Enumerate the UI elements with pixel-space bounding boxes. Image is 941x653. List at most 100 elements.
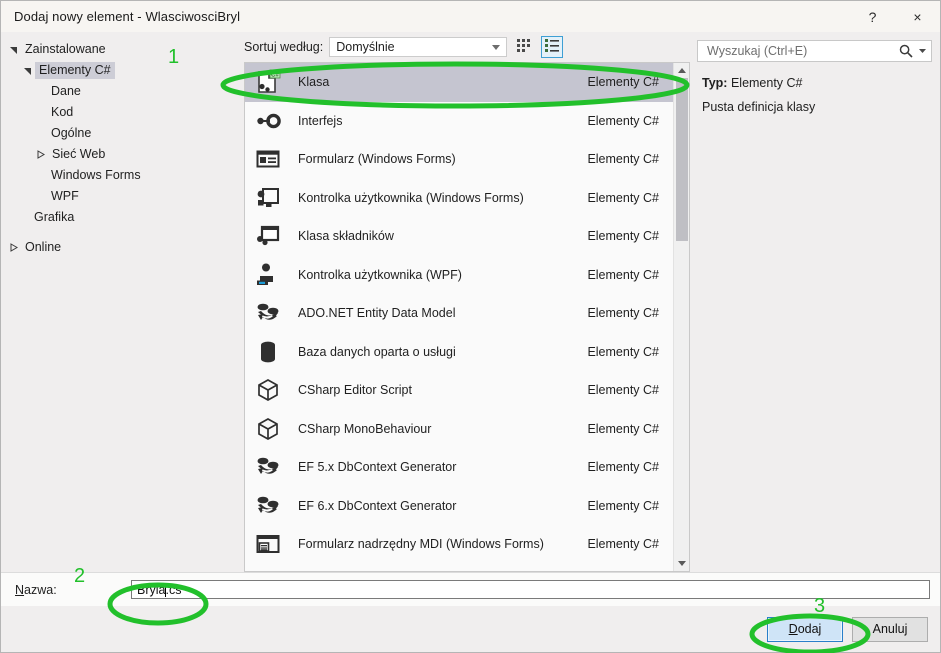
tree-item-label: Sieć Web — [52, 147, 106, 161]
entity-data-model-icon — [253, 300, 283, 326]
grid-view-button[interactable] — [513, 36, 535, 58]
tree-item-grafika[interactable]: Grafika — [1, 207, 239, 228]
list-item-category: Elementy C# — [587, 498, 659, 513]
chevron-down-icon[interactable] — [488, 38, 504, 56]
details-type-value: Elementy C# — [730, 76, 803, 90]
name-label-accel: N — [15, 582, 25, 597]
list-scrollbar[interactable] — [673, 63, 689, 571]
list-item[interactable]: EF 6.x DbContext Generator Elementy C# — [245, 487, 673, 526]
add-button[interactable]: Dodaj — [767, 616, 843, 642]
name-row: Nazwa: — [1, 572, 940, 606]
expanded-twisty-icon[interactable] — [21, 65, 33, 77]
list-item[interactable]: EF 5.x DbContext Generator Elementy C# — [245, 448, 673, 487]
list-item-category: Elementy C# — [587, 190, 659, 205]
templates-list-container: C# Klasa Elementy C# Interfejs Elementy … — [244, 62, 690, 572]
close-button[interactable]: × — [895, 1, 940, 32]
list-item[interactable]: Formularz (Windows Forms) Elementy C# — [245, 140, 673, 179]
list-item-name: Interfejs — [298, 113, 343, 128]
name-input-wrapper[interactable] — [131, 580, 930, 599]
expanded-twisty-icon[interactable] — [7, 44, 19, 56]
winforms-usercontrol-icon — [253, 185, 283, 211]
name-input[interactable] — [135, 581, 929, 598]
details-type-label: Typ: — [702, 76, 728, 90]
dialog-footer: Dodaj Anuluj — [1, 606, 940, 652]
search-icon[interactable] — [899, 41, 913, 61]
search-box[interactable] — [697, 40, 932, 62]
sort-dropdown-value: Domyślnie — [336, 40, 395, 54]
list-item-name: EF 5.x DbContext Generator — [298, 460, 457, 475]
tree-item-label: Kod — [51, 105, 74, 119]
tree-item-wpf[interactable]: WPF — [1, 186, 239, 207]
sort-label: Sortuj według: — [244, 40, 324, 54]
collapsed-twisty-icon[interactable] — [7, 242, 19, 254]
collapsed-twisty-icon[interactable] — [34, 149, 46, 161]
winforms-form-icon — [253, 146, 283, 172]
list-item-category: Elementy C# — [587, 152, 659, 167]
tree-item-zainstalowane[interactable]: Zainstalowane — [1, 39, 239, 60]
details-description: Pusta definicja klasy — [702, 100, 816, 114]
tree-item-windows-forms[interactable]: Windows Forms — [1, 165, 239, 186]
tree-item-elementy-csharp[interactable]: Elementy C# — [1, 60, 239, 81]
list-item-name: Kontrolka użytkownika (WPF) — [298, 267, 462, 282]
window-controls: ? × — [850, 1, 940, 32]
search-input[interactable] — [705, 43, 890, 59]
add-button-accel: D — [788, 622, 798, 636]
list-item-name: Klasa — [298, 75, 330, 90]
list-item-category: Elementy C# — [587, 537, 659, 552]
interface-icon — [253, 108, 283, 134]
scroll-up-arrow-icon[interactable] — [674, 63, 689, 78]
svg-text:C#: C# — [271, 72, 279, 79]
list-item-category: Elementy C# — [587, 229, 659, 244]
list-item[interactable]: CSharp MonoBehaviour Elementy C# — [245, 410, 673, 449]
list-item[interactable]: Kontrolka użytkownika (Windows Forms) El… — [245, 179, 673, 218]
chevron-down-icon[interactable] — [919, 41, 926, 61]
list-view-icon — [545, 39, 560, 55]
window-title: Dodaj nowy element - WlasciwosciBryl — [14, 9, 241, 24]
entity-data-model-icon — [253, 454, 283, 480]
list-item[interactable]: C# Klasa Elementy C# — [245, 63, 673, 102]
list-item[interactable]: Formularz nadrzędny MDI (Windows Forms) … — [245, 525, 673, 564]
tree-item-kod[interactable]: Kod — [1, 102, 239, 123]
list-item[interactable]: Baza danych oparta o usługi Elementy C# — [245, 333, 673, 372]
add-new-item-dialog: Dodaj nowy element - WlasciwosciBryl ? ×… — [0, 0, 941, 653]
dialog-body: Zainstalowane Elementy C# Dane Kod Ogóln… — [1, 32, 940, 572]
tree-item-ogolne[interactable]: Ogólne — [1, 123, 239, 144]
list-item-category: Elementy C# — [587, 113, 659, 128]
list-item-category: Elementy C# — [587, 344, 659, 359]
details-type-row: Typ: Elementy C# — [702, 76, 930, 90]
list-item-name: CSharp MonoBehaviour — [298, 421, 432, 436]
scrollbar-thumb[interactable] — [676, 78, 688, 241]
list-item[interactable]: Klasa składników Elementy C# — [245, 217, 673, 256]
tree-item-online[interactable]: Online — [1, 237, 239, 258]
sort-toolbar: Sortuj według: Domyślnie — [239, 32, 690, 62]
name-label-rest: azwa: — [24, 582, 57, 597]
list-item[interactable]: ADO.NET Entity Data Model Elementy C# — [245, 294, 673, 333]
tree-item-label: Windows Forms — [51, 168, 141, 182]
tree-item-label: WPF — [51, 189, 79, 203]
help-button[interactable]: ? — [850, 1, 895, 32]
cancel-button[interactable]: Anuluj — [852, 616, 928, 642]
sort-dropdown[interactable]: Domyślnie — [329, 37, 508, 57]
wpf-usercontrol-icon — [253, 262, 283, 288]
add-button-rest: odaj — [797, 622, 822, 636]
text-caret — [165, 583, 166, 597]
grid-view-icon — [517, 38, 531, 56]
cube-icon — [253, 416, 283, 442]
tree-item-siec-web[interactable]: Sieć Web — [1, 144, 239, 165]
list-item[interactable]: CSharp Editor Script Elementy C# — [245, 371, 673, 410]
categories-tree[interactable]: Zainstalowane Elementy C# Dane Kod Ogóln… — [1, 32, 239, 572]
list-item[interactable]: Interfejs Elementy C# — [245, 102, 673, 141]
list-view-button[interactable] — [541, 36, 564, 58]
templates-list[interactable]: C# Klasa Elementy C# Interfejs Elementy … — [245, 63, 673, 571]
list-item-category: Elementy C# — [587, 421, 659, 436]
list-item[interactable]: Host skryptów systemu Windows Elementy C… — [245, 564, 673, 572]
tree-item-dane[interactable]: Dane — [1, 81, 239, 102]
list-item-category: Elementy C# — [587, 383, 659, 398]
cube-icon — [253, 377, 283, 403]
tree-item-label: Dane — [51, 84, 81, 98]
list-item-name: Baza danych oparta o usługi — [298, 344, 456, 359]
list-item-category: Elementy C# — [587, 460, 659, 475]
list-item-category: Elementy C# — [587, 306, 659, 321]
scroll-down-arrow-icon[interactable] — [674, 556, 689, 571]
list-item[interactable]: Kontrolka użytkownika (WPF) Elementy C# — [245, 256, 673, 295]
